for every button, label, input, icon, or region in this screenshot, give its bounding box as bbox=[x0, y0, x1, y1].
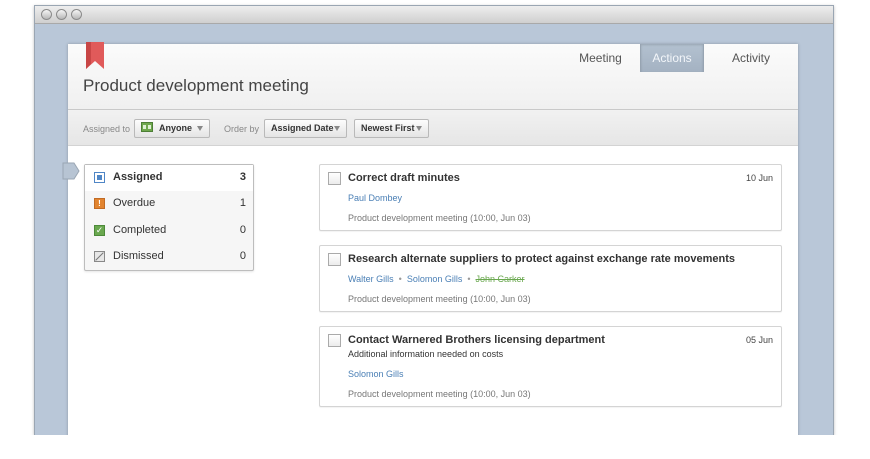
page-title: Product development meeting bbox=[83, 76, 309, 95]
assignee-link[interactable]: Paul Dombey bbox=[348, 193, 402, 203]
page-footer-area bbox=[0, 435, 870, 459]
chevron-down-icon bbox=[416, 126, 422, 131]
window-titlebar bbox=[35, 6, 833, 24]
status-label: Dismissed bbox=[113, 250, 164, 262]
status-filter-list: Assigned 3 ! Overdue 1 ✓ Completed 0 Dis… bbox=[84, 164, 254, 271]
action-assignees: Paul Dombey bbox=[348, 193, 402, 203]
assignee-link[interactable]: Solomon Gills bbox=[348, 369, 404, 379]
status-count: 1 bbox=[239, 197, 246, 209]
status-label: Overdue bbox=[113, 197, 156, 209]
order-by-value: Assigned Date bbox=[271, 123, 334, 133]
close-window-button[interactable] bbox=[41, 9, 52, 20]
tab-meeting[interactable]: Meeting bbox=[561, 44, 640, 72]
tab-activity[interactable]: Activity bbox=[704, 44, 798, 72]
completed-icon: ✓ bbox=[94, 225, 105, 236]
chevron-down-icon bbox=[334, 126, 340, 131]
page-header: Product development meeting Meeting Acti… bbox=[68, 42, 798, 110]
action-card: Research alternate suppliers to protect … bbox=[319, 245, 782, 312]
action-checkbox[interactable] bbox=[328, 172, 341, 185]
status-item-completed[interactable]: ✓ Completed 0 bbox=[85, 218, 253, 244]
assigned-icon bbox=[94, 172, 105, 183]
minimize-window-button[interactable] bbox=[56, 9, 67, 20]
separator-dot: • bbox=[398, 274, 402, 284]
status-count: 0 bbox=[239, 250, 246, 262]
action-title[interactable]: Correct draft minutes bbox=[348, 172, 460, 184]
action-meeting-ref: Product development meeting (10:00, Jun … bbox=[348, 213, 531, 223]
action-meeting-ref: Product development meeting (10:00, Jun … bbox=[348, 389, 531, 399]
app-panel: Product development meeting Meeting Acti… bbox=[68, 42, 798, 435]
app-window: Product development meeting Meeting Acti… bbox=[34, 5, 834, 435]
action-title[interactable]: Contact Warnered Brothers licensing depa… bbox=[348, 334, 605, 346]
action-card: Contact Warnered Brothers licensing depa… bbox=[319, 326, 782, 407]
action-meeting-ref: Product development meeting (10:00, Jun … bbox=[348, 294, 531, 304]
action-due-date: 05 Jun bbox=[745, 335, 773, 345]
dismissed-icon bbox=[94, 251, 105, 262]
status-label: Assigned bbox=[113, 171, 163, 183]
action-checkbox[interactable] bbox=[328, 253, 341, 266]
action-title[interactable]: Research alternate suppliers to protect … bbox=[348, 253, 735, 265]
status-label: Completed bbox=[113, 224, 167, 236]
selection-pointer-icon bbox=[62, 162, 80, 180]
sort-direction-value: Newest First bbox=[361, 123, 415, 133]
assigned-to-value: Anyone bbox=[159, 123, 193, 133]
status-count: 0 bbox=[239, 224, 246, 236]
assigned-to-label: Assigned to bbox=[83, 124, 131, 134]
tab-actions[interactable]: Actions bbox=[640, 44, 704, 72]
separator-dot: • bbox=[467, 274, 471, 284]
sort-direction-dropdown[interactable]: Newest First bbox=[354, 119, 429, 138]
assignee-link[interactable]: Walter Gills bbox=[348, 274, 394, 284]
status-item-dismissed[interactable]: Dismissed 0 bbox=[85, 244, 253, 270]
overdue-icon: ! bbox=[94, 198, 105, 209]
action-card: Correct draft minutes 10 Jun Paul Dombey… bbox=[319, 164, 782, 231]
order-by-label: Order by bbox=[224, 124, 260, 134]
tab-bar: Meeting Actions Activity bbox=[561, 44, 798, 72]
assignee-link-removed[interactable]: John Carker bbox=[476, 274, 525, 284]
status-item-overdue[interactable]: ! Overdue 1 bbox=[85, 191, 253, 217]
chevron-down-icon bbox=[197, 126, 203, 131]
action-note: Additional information needed on costs bbox=[348, 349, 504, 359]
status-count: 3 bbox=[239, 171, 246, 183]
status-item-assigned[interactable]: Assigned 3 bbox=[85, 165, 253, 191]
action-assignees: Walter Gills • Solomon Gills • John Carker bbox=[348, 274, 525, 284]
filter-bar: Assigned to Anyone Order by Assigned Dat… bbox=[68, 110, 798, 146]
action-due-date: 10 Jun bbox=[745, 173, 773, 183]
assignee-link[interactable]: Solomon Gills bbox=[407, 274, 463, 284]
assigned-to-dropdown[interactable]: Anyone bbox=[134, 119, 210, 138]
action-assignees: Solomon Gills bbox=[348, 369, 404, 379]
order-by-dropdown[interactable]: Assigned Date bbox=[264, 119, 347, 138]
group-icon bbox=[141, 122, 153, 132]
action-checkbox[interactable] bbox=[328, 334, 341, 347]
bookmark-icon bbox=[86, 42, 104, 69]
zoom-window-button[interactable] bbox=[71, 9, 82, 20]
